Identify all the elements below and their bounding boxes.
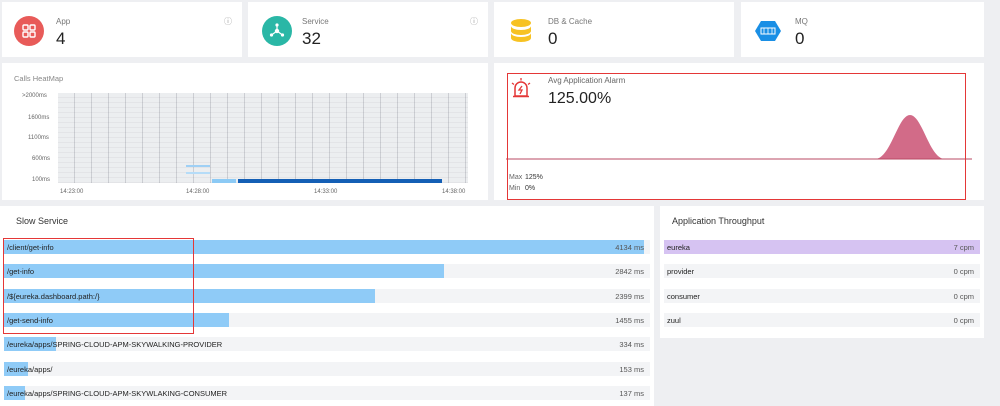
stat-value: 0 [548, 29, 558, 48]
throughput-row[interactable]: provider 0 cpm [664, 264, 980, 279]
heatmap-x-tick: 14:38:00 [442, 189, 466, 195]
slow-service-row[interactable]: /eureka/apps/153 ms [4, 361, 650, 376]
slow-service-name: /get-info [7, 267, 35, 277]
alarm-min-label: Min [509, 185, 521, 192]
stat-label: Service [302, 17, 329, 26]
info-icon[interactable]: ⓘ [224, 16, 232, 27]
database-icon [506, 16, 536, 46]
throughput-row[interactable]: eureka 7 cpm [664, 240, 980, 254]
alarm-icon [510, 77, 532, 99]
throughput-name: provider [667, 267, 695, 277]
throughput-value: 0 cpm [953, 267, 974, 277]
throughput-title: Application Throughput [672, 216, 765, 226]
slow-service-bar [4, 240, 644, 254]
slow-service-name: /client/get-info [7, 243, 54, 252]
stat-card-service[interactable]: Service 32 ⓘ [248, 2, 488, 57]
throughput-value: 0 cpm [953, 315, 974, 325]
heatmap-x-tick: 14:28:00 [186, 189, 210, 195]
slow-service-name: /get-send-info [7, 315, 53, 325]
stat-card-mq[interactable]: MQ 0 [741, 2, 984, 57]
heatmap-grid[interactable] [58, 93, 468, 183]
stat-label: App [56, 17, 71, 26]
throughput-card: Application Throughput eureka 7 cpm provid… [660, 206, 984, 338]
alarm-card: Avg Application Alarm 125.00% Max 125% M… [494, 63, 984, 200]
slow-service-name: /eureka/apps/SPRING-CLOUD-APM-SKYWALKING… [7, 340, 223, 350]
slow-service-title: Slow Service [16, 216, 69, 226]
stat-value: 0 [795, 29, 805, 48]
heatmap-cell-light [186, 165, 210, 167]
slow-service-name: /${eureka.dashboard.path:/} [7, 291, 100, 301]
stat-card-db-cache[interactable]: DB & Cache 0 [494, 2, 734, 57]
heatmap-y-tick: 1600ms [28, 115, 50, 121]
alarm-title: Avg Application Alarm [548, 76, 626, 85]
slow-service-row[interactable]: /eureka/apps/SPRING-CLOUD-APM-SKYWLAKING… [4, 385, 650, 400]
slow-service-name: /eureka/apps/ [7, 364, 53, 374]
slow-service-row[interactable]: /client/get-info 4134 ms [4, 240, 650, 254]
heatmap-cell-dense [238, 179, 442, 183]
slow-service-value: 2399 ms [615, 291, 644, 301]
throughput-value: 0 cpm [953, 291, 974, 301]
slow-service-value: 1455 ms [615, 315, 644, 325]
grid-icon [14, 16, 44, 46]
heatmap-cell-light [186, 172, 210, 174]
network-icon [262, 16, 292, 46]
info-icon[interactable]: ⓘ [470, 16, 478, 27]
alarm-area [876, 115, 944, 159]
slow-service-value: 137 ms [619, 388, 644, 398]
heatmap-title: Calls HeatMap [14, 74, 64, 83]
slow-service-value: 153 ms [619, 364, 644, 374]
slow-service-value: 334 ms [619, 340, 644, 350]
throughput-bar [664, 240, 980, 254]
stat-label: MQ [795, 17, 808, 26]
slow-service-value: 2842 ms [615, 267, 644, 277]
heatmap-card: Calls HeatMap >2000ms 1600ms 1100ms 600m… [2, 63, 488, 200]
throughput-value: 7 cpm [953, 243, 974, 252]
slow-service-row[interactable]: /get-send-info 1455 ms [4, 312, 650, 327]
slow-service-value: 4134 ms [615, 243, 644, 252]
slow-service-card: Slow Service /client/get-info 4134 ms/get… [0, 206, 654, 406]
throughput-row[interactable]: zuul 0 cpm [664, 312, 980, 327]
slow-service-row[interactable]: /${eureka.dashboard.path:/} 2399 ms [4, 288, 650, 303]
slow-service-row[interactable]: /eureka/apps/SPRING-CLOUD-APM-SKYWALKING… [4, 337, 650, 352]
slow-service-name: /eureka/apps/SPRING-CLOUD-APM-SKYWLAKING… [7, 388, 228, 398]
stat-value: 4 [56, 29, 66, 48]
throughput-row[interactable]: consumer 0 cpm [664, 288, 980, 303]
throughput-name: consumer [667, 291, 700, 301]
stat-label: DB & Cache [548, 17, 593, 26]
stat-card-app[interactable]: App 4 ⓘ [2, 2, 242, 57]
throughput-name: zuul [667, 315, 681, 325]
slow-service-row[interactable]: /get-info 2842 ms [4, 264, 650, 279]
heatmap-y-tick: 600ms [32, 156, 51, 162]
alarm-min-value: 0% [525, 185, 536, 192]
alarm-sparkline [506, 115, 972, 160]
heatmap-y-tick: >2000ms [22, 93, 47, 99]
heatmap-x-tick: 14:23:00 [60, 189, 84, 195]
alarm-max-label: Max [509, 174, 523, 181]
queue-icon [753, 16, 783, 46]
heatmap-x-tick: 14:33:00 [314, 189, 338, 195]
slow-service-bar [4, 264, 444, 279]
heatmap-y-tick: 1100ms [28, 135, 49, 141]
heatmap-y-tick: 100ms [32, 177, 51, 183]
alarm-max-value: 125% [525, 174, 543, 181]
heatmap-cell-light [212, 179, 236, 183]
stat-value: 32 [302, 29, 321, 48]
throughput-name: eureka [667, 243, 690, 252]
